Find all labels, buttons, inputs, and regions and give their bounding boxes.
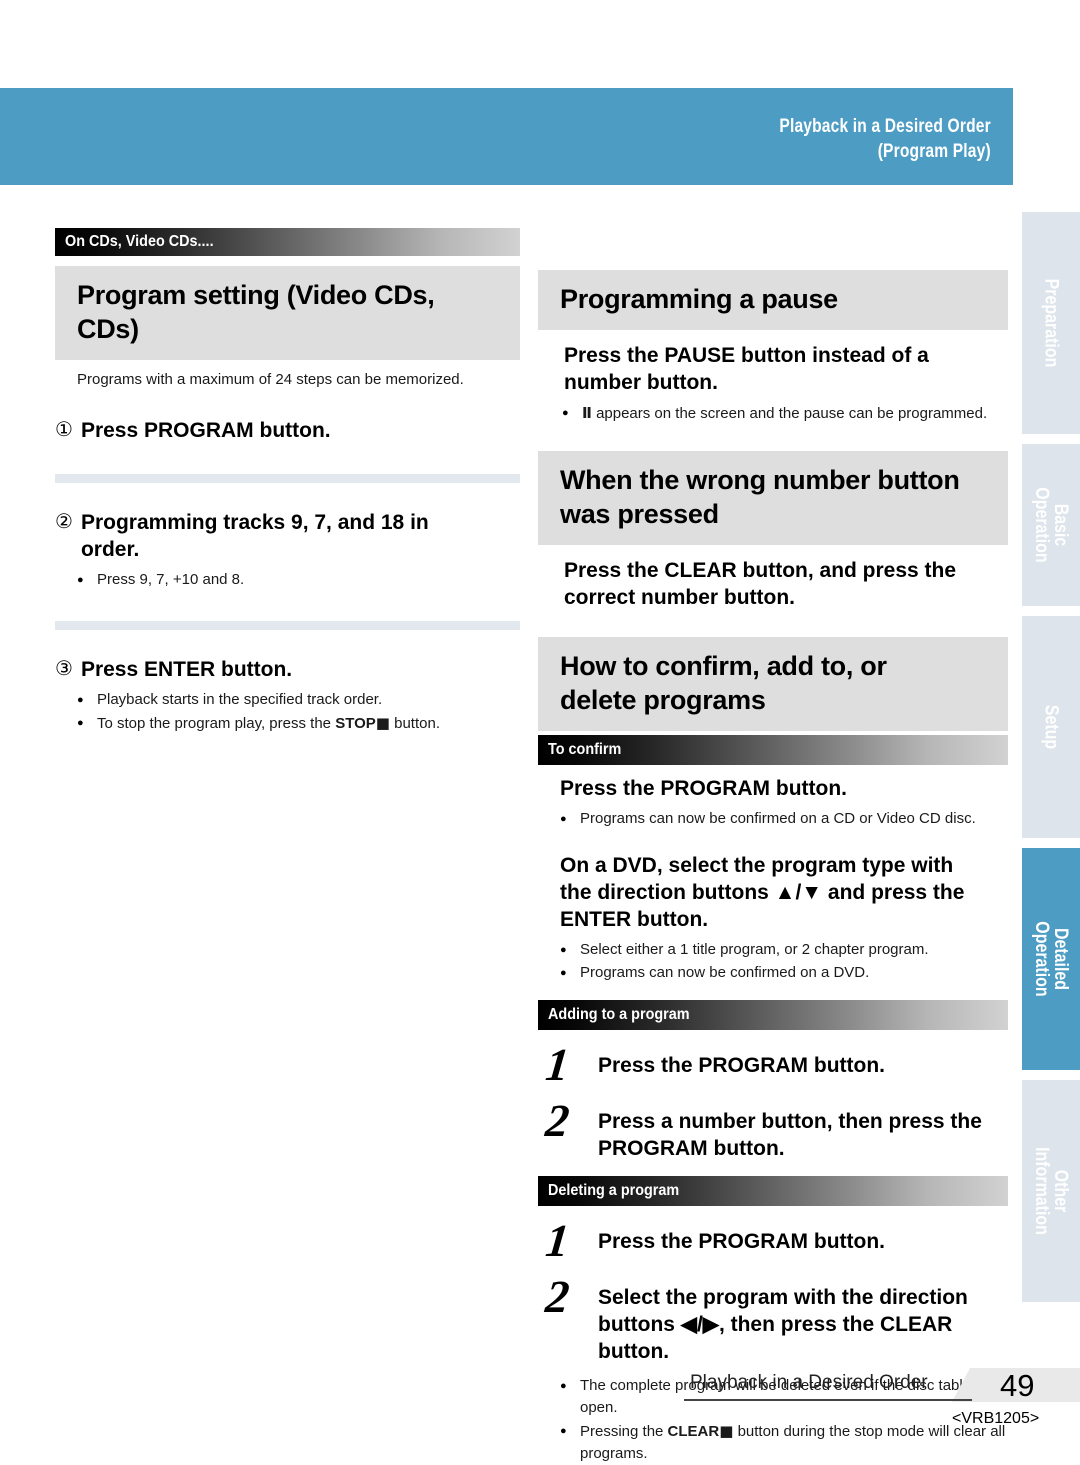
wrong-number-instruction: Press the CLEAR button, and press the co…: [564, 559, 957, 609]
deleting-step-1-number: 1: [543, 1215, 572, 1266]
list-item-text-tail: button.: [389, 715, 440, 732]
list-item: Playback starts in the specified track o…: [77, 689, 520, 711]
heading-wrong-number-button: When the wrong number button was pressed: [538, 451, 1008, 545]
step-3-bullets: Playback starts in the specified track o…: [77, 689, 520, 735]
right-column: Programming a pause Press the PAUSE butt…: [538, 270, 1008, 1465]
stop-button-keyword: STOP: [335, 715, 376, 732]
deleting-step-1: 1 Press the PROGRAM button.: [538, 1215, 1008, 1266]
side-tab-detailed-operation[interactable]: Detailed Operation: [1022, 848, 1080, 1070]
step-2-bullets: Press 9, 7, +10 and 8.: [77, 569, 520, 591]
pause-instruction: Press the PAUSE button instead of a numb…: [564, 344, 929, 394]
stop-square-icon: ■: [375, 714, 390, 732]
dvd-instruction: On a DVD, select the program type with t…: [560, 854, 965, 931]
section-band-label: Adding to a program: [548, 1006, 690, 1023]
dvd-bullets: Select either a 1 title program, or 2 ch…: [560, 939, 1008, 984]
adding-step-1-text: Press the PROGRAM button.: [598, 1054, 886, 1077]
page-header-banner: Playback in a Desired Order (Program Pla…: [0, 88, 1013, 185]
step-3-number: ③: [55, 658, 73, 680]
program-setting-intro: Programs with a maximum of 24 steps can …: [77, 371, 464, 388]
page-footer: Playback in a Desired Order 49 <VRB1205>: [0, 1368, 1080, 1440]
adding-step-2: 2 Press a number button, then press the …: [538, 1095, 1008, 1162]
section-band-deleting-a-program: Deleting a program: [538, 1176, 1008, 1206]
confirm-instruction: Press the PROGRAM button.: [560, 777, 848, 800]
list-item: To stop the program play, press the STOP…: [77, 712, 520, 735]
step-1-text: Press PROGRAM button.: [80, 419, 331, 442]
list-item-text: appears on the screen and the pause can …: [596, 405, 988, 422]
list-item: Select either a 1 title program, or 2 ch…: [560, 939, 1008, 961]
pause-icon: Ⅱ: [582, 404, 592, 422]
deleting-step-2-text: Select the program with the direction bu…: [598, 1286, 968, 1363]
section-band-label: On CDs, Video CDs....: [65, 233, 214, 250]
deleting-step-2-number: 2: [543, 1271, 572, 1322]
side-tab-rail: Preparation Basic Operation Setup Detail…: [1022, 0, 1080, 1439]
adding-step-1-number: 1: [543, 1039, 572, 1090]
section-band-on-cds: On CDs, Video CDs....: [55, 228, 520, 256]
page-content: Playback in a Desired Order (Program Pla…: [0, 0, 1022, 1462]
heading-confirm-add-delete: How to confirm, add to, or delete progra…: [538, 637, 1008, 731]
step-3: ③ Press ENTER button.: [55, 656, 520, 683]
section-band-label: Deleting a program: [548, 1182, 680, 1199]
document-code: <VRB1205>: [952, 1410, 1040, 1427]
deleting-step-1-text: Press the PROGRAM button.: [598, 1230, 886, 1253]
footer-section-title: Playback in a Desired Order: [690, 1372, 928, 1393]
step-2-number: ②: [55, 511, 73, 533]
left-column: On CDs, Video CDs.... Program setting (V…: [55, 228, 520, 735]
step-2-text: Programming tracks 9, 7, and 18 in order…: [80, 511, 429, 561]
list-item: Ⅱ appears on the screen and the pause ca…: [562, 402, 1008, 425]
adding-step-1: 1 Press the PROGRAM button.: [538, 1039, 1008, 1090]
step-2: ② Programming tracks 9, 7, and 18 in ord…: [55, 509, 520, 563]
section-band-to-confirm: To confirm: [538, 735, 1008, 765]
side-tab-other-information[interactable]: Other Information: [1022, 1080, 1080, 1302]
list-item: Press 9, 7, +10 and 8.: [77, 569, 520, 591]
confirm-bullets: Programs can now be confirmed on a CD or…: [560, 808, 1008, 830]
deleting-step-2: 2 Select the program with the direction …: [538, 1271, 1008, 1365]
page-number: 49: [1000, 1368, 1035, 1403]
section-band-adding-to-a-program: Adding to a program: [538, 1000, 1008, 1030]
side-tab-setup[interactable]: Setup: [1022, 616, 1080, 838]
list-item: Programs can now be confirmed on a DVD.: [560, 962, 1008, 984]
section-band-label: To confirm: [548, 741, 622, 758]
footer-rule: [684, 1399, 972, 1401]
step-3-text: Press ENTER button.: [80, 658, 293, 681]
page-header-title: Playback in a Desired Order (Program Pla…: [779, 116, 991, 162]
step-1-number: ①: [55, 419, 73, 441]
list-item-text: To stop the program play, press the: [97, 715, 336, 732]
side-tab-label: Other Information: [1031, 1147, 1071, 1235]
heading-program-setting: Program setting (Video CDs, CDs): [55, 266, 520, 360]
adding-step-2-text: Press a number button, then press the PR…: [598, 1110, 982, 1160]
section-divider-1: [55, 474, 520, 483]
heading-programming-a-pause: Programming a pause: [538, 270, 1008, 330]
side-tab-basic-operation[interactable]: Basic Operation: [1022, 444, 1080, 606]
section-divider-2: [55, 621, 520, 630]
adding-step-2-number: 2: [543, 1095, 572, 1146]
step-1: ① Press PROGRAM button.: [55, 417, 520, 444]
pause-bullets: Ⅱ appears on the screen and the pause ca…: [562, 402, 1008, 425]
list-item: Programs can now be confirmed on a CD or…: [560, 808, 1008, 830]
